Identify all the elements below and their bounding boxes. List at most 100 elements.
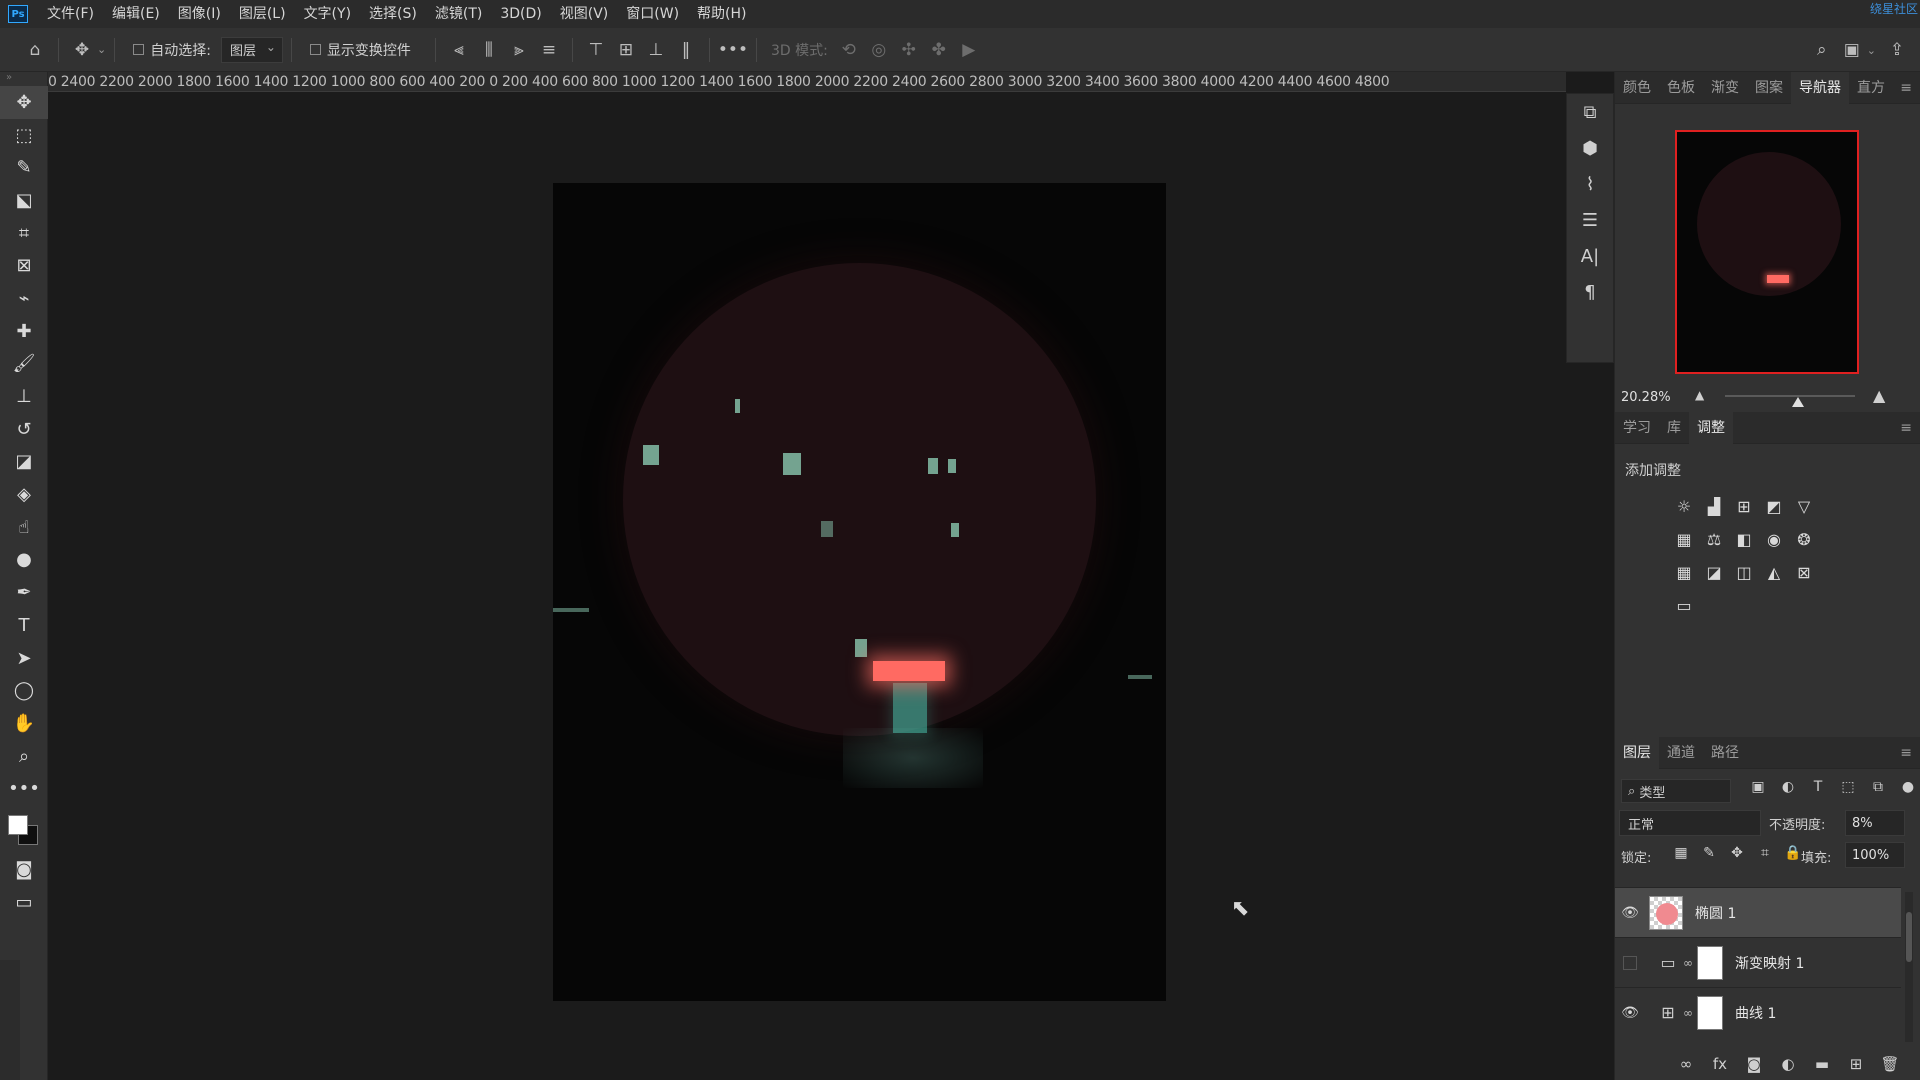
pen-tool-icon[interactable]: ✒: [0, 576, 48, 609]
show-transform-checkbox[interactable]: [309, 44, 321, 55]
zoom-in-icon[interactable]: ▲: [1873, 386, 1885, 405]
quick-mask-icon[interactable]: ◙: [0, 853, 48, 886]
healing-brush-tool-icon[interactable]: ✚: [0, 315, 48, 348]
character-icon[interactable]: A|: [1567, 238, 1613, 274]
brush-settings-icon[interactable]: ⌇: [1567, 166, 1613, 202]
align-center-icon[interactable]: ⫼: [474, 35, 504, 65]
paint-bucket-tool-icon[interactable]: ◈: [0, 478, 48, 511]
distribute-icon[interactable]: ≡: [534, 35, 564, 65]
crop-tool-icon[interactable]: ⌗: [0, 217, 48, 250]
layer-row[interactable]: 👁 椭圆 1: [1615, 887, 1901, 937]
threshold-icon[interactable]: ◭: [1759, 556, 1789, 589]
color-balance-icon[interactable]: ⚖: [1699, 523, 1729, 556]
layers-scrollbar-thumb[interactable]: [1906, 912, 1912, 962]
zoom-slider[interactable]: [1725, 395, 1855, 397]
tab-histogram[interactable]: 直方: [1849, 72, 1893, 104]
path-select-tool-icon[interactable]: ➤: [0, 642, 48, 675]
menu-select[interactable]: 选择(S): [360, 0, 426, 28]
lock-transparency-icon[interactable]: ▦: [1667, 845, 1695, 861]
zoom-slider-handle[interactable]: [1791, 397, 1804, 407]
tab-paths[interactable]: 路径: [1703, 737, 1747, 769]
color-lookup-icon[interactable]: ▦: [1669, 556, 1699, 589]
tab-gradients[interactable]: 渐变: [1703, 72, 1747, 104]
new-layer-icon[interactable]: ⊞: [1839, 1055, 1873, 1073]
tab-navigator[interactable]: 导航器: [1791, 71, 1849, 104]
marquee-tool-icon[interactable]: ⬚: [0, 119, 48, 152]
opacity-input[interactable]: 8%: [1845, 810, 1905, 836]
align-top-icon[interactable]: ⊤: [581, 35, 611, 65]
pixel-filter-icon[interactable]: ▣: [1743, 779, 1773, 795]
object-select-tool-icon[interactable]: ⬕: [0, 184, 48, 217]
align-right-icon[interactable]: ⫸: [504, 35, 534, 65]
photo-filter-icon[interactable]: ◉: [1759, 523, 1789, 556]
link-icon[interactable]: ∞: [1679, 1006, 1697, 1020]
screen-mode-icon[interactable]: ▭: [0, 886, 48, 919]
menu-image[interactable]: 图像(I): [169, 0, 230, 28]
menu-type[interactable]: 文字(Y): [295, 0, 360, 28]
auto-select-target-dropdown[interactable]: 图层: [220, 36, 283, 63]
align-left-icon[interactable]: ⫷: [444, 35, 474, 65]
menu-help[interactable]: 帮助(H): [688, 0, 755, 28]
selective-color-icon[interactable]: ⊠: [1789, 556, 1819, 589]
link-layers-icon[interactable]: ∞: [1669, 1055, 1703, 1073]
lasso-tool-icon[interactable]: ✎: [0, 151, 48, 184]
type-tool-icon[interactable]: T: [0, 609, 48, 642]
search-icon[interactable]: ⌕: [1807, 35, 1837, 65]
home-icon[interactable]: ⌂: [20, 35, 50, 65]
eye-icon[interactable]: 👁: [1615, 905, 1645, 921]
brightness-icon[interactable]: ☼: [1669, 490, 1699, 523]
layer-row[interactable]: ▭ ∞ 渐变映射 1: [1615, 937, 1901, 987]
more-options-button[interactable]: •••: [718, 35, 748, 65]
collapse-icon[interactable]: »: [0, 72, 47, 86]
layer-name[interactable]: 曲线 1: [1735, 1003, 1776, 1023]
workspace-icon[interactable]: ▣: [1837, 35, 1867, 65]
tab-color[interactable]: 颜色: [1615, 72, 1659, 104]
orbit-3d-icon[interactable]: ⟲: [834, 35, 864, 65]
ellipse-tool-icon[interactable]: ◯: [0, 674, 48, 707]
foreground-color-swatch[interactable]: [8, 815, 28, 836]
menu-view[interactable]: 视图(V): [551, 0, 618, 28]
menu-edit[interactable]: 编辑(E): [103, 0, 169, 28]
document-canvas-area[interactable]: ⬉: [48, 93, 1566, 1080]
frame-tool-icon[interactable]: ⊠: [0, 249, 48, 282]
layer-mask-thumbnail[interactable]: [1697, 945, 1723, 980]
new-group-icon[interactable]: ▬: [1805, 1055, 1839, 1073]
zoom-tool-icon[interactable]: ⌕: [0, 740, 48, 773]
tab-channels[interactable]: 通道: [1659, 737, 1703, 769]
blend-mode-dropdown[interactable]: 正常: [1619, 810, 1761, 836]
roll-3d-icon[interactable]: ◎: [864, 35, 894, 65]
distribute-vertical-icon[interactable]: ‖: [671, 35, 701, 65]
align-middle-icon[interactable]: ⊞: [611, 35, 641, 65]
fx-icon[interactable]: fx: [1703, 1055, 1737, 1073]
smudge-tool-icon[interactable]: ☝: [0, 511, 48, 544]
lock-pixels-icon[interactable]: ✎: [1695, 845, 1723, 861]
eye-icon[interactable]: 👁: [1615, 1005, 1645, 1021]
adjustment-filter-icon[interactable]: ◐: [1773, 779, 1803, 795]
layer-mask-thumbnail[interactable]: [1697, 995, 1723, 1030]
tab-swatches[interactable]: 色板: [1659, 72, 1703, 104]
panel-menu-icon[interactable]: ≡: [1900, 80, 1912, 96]
add-mask-icon[interactable]: ◙: [1737, 1055, 1771, 1073]
zoom-level[interactable]: 20.28%: [1621, 390, 1671, 405]
gradient-map-icon[interactable]: ▭: [1669, 589, 1699, 622]
exposure-icon[interactable]: ◩: [1759, 490, 1789, 523]
shape-filter-icon[interactable]: ⬚: [1833, 779, 1863, 795]
align-bottom-icon[interactable]: ⊥: [641, 35, 671, 65]
new-adjustment-icon[interactable]: ◐: [1771, 1055, 1805, 1073]
eyedropper-tool-icon[interactable]: ⌁: [0, 282, 48, 315]
move-tool-preset-icon[interactable]: ✥: [67, 35, 97, 65]
menu-window[interactable]: 窗口(W): [617, 0, 688, 28]
curves-icon[interactable]: ⊞: [1729, 490, 1759, 523]
layer-row[interactable]: 👁 ⊞ ∞ 曲线 1: [1615, 987, 1901, 1037]
history-brush-tool-icon[interactable]: ↺: [0, 413, 48, 446]
brush-tool-icon[interactable]: 🖌: [0, 348, 48, 381]
hue-saturation-icon[interactable]: ▦: [1669, 523, 1699, 556]
panel-menu-icon[interactable]: ≡: [1900, 745, 1912, 761]
menu-layer[interactable]: 图层(L): [230, 0, 295, 28]
navigator-thumbnail[interactable]: [1675, 130, 1859, 374]
trash-icon[interactable]: 🗑: [1873, 1055, 1907, 1073]
lock-artboard-icon[interactable]: ⌗: [1751, 845, 1779, 861]
layer-name[interactable]: 椭圆 1: [1695, 903, 1736, 923]
move-tool-icon[interactable]: ✥: [0, 86, 48, 119]
chevron-down-icon[interactable]: ⌄: [97, 43, 106, 56]
